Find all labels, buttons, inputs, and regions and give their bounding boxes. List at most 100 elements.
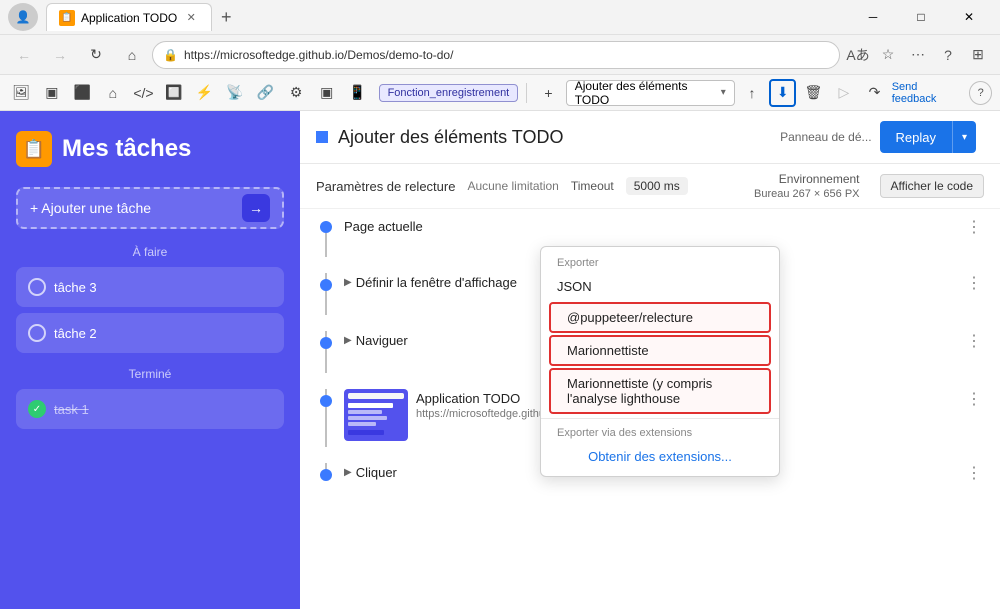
tab-title: Application TODO <box>81 11 177 25</box>
window-controls: ─ □ ✕ <box>850 1 992 33</box>
task-item-3[interactable]: tâche 3 <box>16 267 284 307</box>
step-5-more[interactable]: ⋮ <box>964 463 984 483</box>
favorites-button[interactable]: ☆ <box>874 41 902 69</box>
export-section-label: Exporter <box>541 253 779 273</box>
recording-selector[interactable]: Ajouter des éléments TODO ▾ <box>566 80 735 106</box>
record-link-btn[interactable]: 🔗 <box>252 79 279 107</box>
todo-header: 📋 Mes tâches <box>16 131 284 167</box>
record-element-btn[interactable]: ⬛ <box>69 79 96 107</box>
step-1-dot <box>320 221 332 233</box>
more-button[interactable]: ⋯ <box>904 41 932 69</box>
step-4-thumbnail <box>344 389 408 441</box>
record-lightning-btn[interactable]: ⚡ <box>191 79 218 107</box>
recording-toolbar: 🖼 ▣ ⬛ ⌂ </> 🔲 ⚡ 📡 🔗 ⚙ ▣ 📱 Fonction_enreg… <box>0 75 1000 111</box>
move-up-btn[interactable]: ↑ <box>739 79 766 107</box>
read-aloud-button[interactable]: Aあ <box>844 41 872 69</box>
thumb-content <box>348 401 404 437</box>
task-checkbox-3[interactable] <box>28 278 46 296</box>
thumb-btn <box>348 430 384 435</box>
add-step-btn[interactable]: + <box>535 79 562 107</box>
todo-app-panel: 📋 Mes tâches + Ajouter une tâche → À fai… <box>0 111 300 609</box>
step-2-more[interactable]: ⋮ <box>964 273 984 293</box>
send-feedback-link[interactable]: Send feedback <box>892 81 962 105</box>
todo-section-label: À faire <box>16 245 284 259</box>
record-gear-btn[interactable]: ⚙ <box>283 79 310 107</box>
step-3-dot <box>320 337 332 349</box>
done-section: Terminé ✓ task 1 <box>16 367 284 435</box>
thumb-topbar <box>348 393 404 399</box>
title-bar-left: 👤 <box>8 3 38 31</box>
record-screenshot-btn[interactable]: 🖼 <box>8 79 35 107</box>
step-5-expand-icon: ▶ <box>344 467 352 478</box>
step-3-line <box>325 349 327 373</box>
nav-bar: ← → ↻ ⌂ 🔒 https://microsoftedge.github.i… <box>0 35 1000 75</box>
json-export-item[interactable]: JSON <box>541 273 779 300</box>
home-button[interactable]: ⌂ <box>116 39 148 71</box>
dropdown-divider <box>541 418 779 419</box>
add-task-button[interactable]: + Ajouter une tâche → <box>16 187 284 229</box>
download-btn[interactable]: ⬇ <box>769 79 796 107</box>
thumb-line2 <box>348 410 382 414</box>
step-2-dot <box>320 279 332 291</box>
recording-selector-text: Ajouter des éléments TODO <box>575 79 717 107</box>
recording-panel-title: Ajouter des éléments TODO <box>338 127 563 148</box>
record-emulate-btn[interactable]: 🔲 <box>161 79 188 107</box>
play-btn[interactable]: ▷ <box>831 79 858 107</box>
question-button[interactable]: ? <box>969 81 992 105</box>
timeout-label: Timeout <box>571 179 614 193</box>
lock-icon: 🔒 <box>163 48 178 62</box>
restore-button[interactable]: □ <box>898 1 944 33</box>
step-1-more[interactable]: ⋮ <box>964 217 984 237</box>
step-1-timeline <box>316 217 336 257</box>
task-item-2[interactable]: tâche 2 <box>16 313 284 353</box>
record-device-btn[interactable]: 📱 <box>344 79 371 107</box>
record-viewport-btn[interactable]: ▣ <box>39 79 66 107</box>
new-tab-button[interactable]: + <box>212 3 240 31</box>
puppeteer-export-item[interactable]: @puppeteer/relecture <box>549 302 771 333</box>
profile-button[interactable]: 👤 <box>8 3 38 31</box>
show-code-button[interactable]: Afficher le code <box>880 174 985 198</box>
step-3-expand-icon: ▶ <box>344 335 352 346</box>
refresh-button[interactable]: ↻ <box>80 39 112 71</box>
settings-label: Paramètres de relecture <box>316 179 455 194</box>
step-3-more[interactable]: ⋮ <box>964 331 984 351</box>
tab-close-button[interactable]: ✕ <box>183 10 199 26</box>
task-done-checkbox[interactable]: ✓ <box>28 400 46 418</box>
get-extensions-item[interactable]: Obtenir des extensions... <box>541 443 779 470</box>
replay-dropdown-button[interactable]: ▾ <box>952 121 976 153</box>
add-task-label: + Ajouter une tâche <box>30 200 151 216</box>
recording-selector-chevron: ▾ <box>721 87 726 98</box>
address-bar[interactable]: 🔒 https://microsoftedge.github.io/Demos/… <box>152 41 840 69</box>
back-button[interactable]: ← <box>8 39 40 71</box>
step-5-timeline <box>316 463 336 481</box>
help-button[interactable]: ? <box>934 41 962 69</box>
minimize-button[interactable]: ─ <box>850 1 896 33</box>
todo-app-icon: 📋 <box>16 131 52 167</box>
delete-btn[interactable]: 🗑 <box>800 79 827 107</box>
marionnettiste-export-item[interactable]: Marionnettiste <box>549 335 771 366</box>
step-2-line <box>325 291 327 315</box>
task-done-item[interactable]: ✓ task 1 <box>16 389 284 429</box>
tab-area: 📋 Application TODO ✕ + <box>46 3 842 31</box>
task-checkbox-2[interactable] <box>28 324 46 342</box>
marionnettiste-lighthouse-item[interactable]: Marionnettiste (y compris l'analyse ligh… <box>549 368 771 414</box>
forward-button[interactable]: → <box>44 39 76 71</box>
thumb-line4 <box>348 422 376 426</box>
env-section: Environnement Bureau 267 × 656 PX <box>754 172 860 200</box>
step-4-more[interactable]: ⋮ <box>964 389 984 409</box>
replay-button[interactable]: Replay <box>880 121 952 153</box>
close-button[interactable]: ✕ <box>946 1 992 33</box>
record-wifi-btn[interactable]: 📡 <box>222 79 249 107</box>
add-task-arrow: → <box>242 194 270 222</box>
function-badge: Fonction_enregistrement <box>379 84 519 102</box>
step-1-title: Page actuelle <box>344 219 423 234</box>
active-tab[interactable]: 📋 Application TODO ✕ <box>46 3 212 31</box>
redo-btn[interactable]: ↷ <box>861 79 888 107</box>
sidebar-button[interactable]: ⊞ <box>964 41 992 69</box>
step-5-dot <box>320 469 332 481</box>
thumb-line1 <box>348 403 393 408</box>
record-tab-btn[interactable]: ▣ <box>313 79 340 107</box>
record-home-btn[interactable]: ⌂ <box>100 79 127 107</box>
export-dropdown: Exporter JSON @puppeteer/relecture Mario… <box>540 246 780 477</box>
record-code-btn[interactable]: </> <box>130 79 157 107</box>
